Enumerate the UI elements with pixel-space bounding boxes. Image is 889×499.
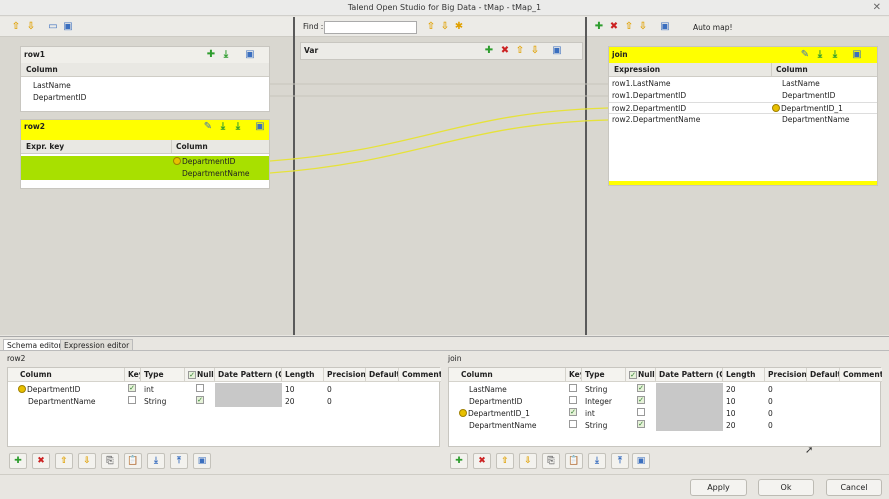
col-header-column: Column — [449, 368, 566, 382]
schema-right-title: join — [448, 354, 462, 363]
schema-left-title: row2 — [7, 354, 26, 363]
schema-precision[interactable]: 0 — [768, 396, 773, 408]
schema-length[interactable]: 10 — [726, 408, 736, 420]
nullable-checkbox[interactable]: ✓ — [637, 396, 645, 404]
col-header-precision: Precision — [324, 368, 366, 382]
schema-length[interactable]: 10 — [285, 384, 295, 396]
schema-type[interactable]: String — [144, 396, 166, 408]
schema-type[interactable]: String — [585, 384, 607, 396]
schema-length[interactable]: 20 — [285, 396, 295, 408]
col-header-length: Length — [723, 368, 765, 382]
schema-left-grid: Column Key Type Nullable ✓ Date Pattern … — [7, 367, 441, 447]
col-header-default: Default — [366, 368, 399, 382]
schema-col: DepartmentID — [27, 385, 81, 394]
key-checkbox[interactable] — [569, 396, 577, 404]
copy-button[interactable]: ⎘ — [542, 453, 560, 469]
key-checkbox[interactable] — [569, 420, 577, 428]
schema-type[interactable]: int — [585, 408, 595, 420]
save-button[interactable]: ▣ — [632, 453, 650, 469]
key-checkbox[interactable] — [128, 396, 136, 404]
remove-column-button[interactable]: ✖ — [473, 453, 491, 469]
col-header-precision: Precision — [765, 368, 807, 382]
key-icon — [459, 409, 467, 417]
table-row[interactable]: LastName — [469, 384, 507, 396]
col-header-date-pattern: Date Pattern (Ctr — [656, 368, 723, 382]
remove-column-button[interactable]: ✖ — [32, 453, 50, 469]
schema-type[interactable]: int — [144, 384, 154, 396]
nullable-checkbox[interactable] — [637, 408, 645, 416]
schema-precision[interactable]: 0 — [768, 384, 773, 396]
schema-type[interactable]: String — [585, 420, 607, 432]
move-down-button[interactable]: ⇩ — [519, 453, 537, 469]
key-icon — [18, 385, 26, 393]
col-header-date-pattern: Date Pattern (Ctr — [215, 368, 282, 382]
date-pattern-cells — [215, 383, 282, 407]
key-checkbox[interactable]: ✓ — [128, 384, 136, 392]
col-header-type: Type — [582, 368, 626, 382]
link-row2-departmentid — [269, 107, 609, 162]
add-column-button[interactable]: ✚ — [9, 453, 27, 469]
table-row[interactable]: DepartmentID — [18, 384, 80, 396]
link-row2-departmentname — [269, 119, 609, 174]
footer-separator — [0, 474, 889, 475]
import-button[interactable]: ⤓ — [147, 453, 165, 469]
move-up-button[interactable]: ⇧ — [496, 453, 514, 469]
cursor-icon: ➚ — [805, 445, 814, 456]
schema-type[interactable]: Integer — [585, 396, 612, 408]
col-header-key: Key — [125, 368, 141, 382]
paste-button[interactable]: 📋 — [124, 453, 142, 469]
move-down-button[interactable]: ⇩ — [78, 453, 96, 469]
import-button[interactable]: ⤓ — [588, 453, 606, 469]
nullable-header-checkbox[interactable]: ✓ — [188, 371, 196, 379]
schema-col: DepartmentID_1 — [468, 409, 530, 418]
tab-expression-editor[interactable]: Expression editor — [60, 339, 134, 350]
table-row[interactable]: DepartmentName — [28, 396, 96, 408]
key-checkbox[interactable]: ✓ — [569, 408, 577, 416]
col-header-key: Key — [566, 368, 582, 382]
schema-precision[interactable]: 0 — [327, 396, 332, 408]
schema-right-grid: Column Key Type Nullable ✓ Date Pattern … — [448, 367, 882, 447]
export-button[interactable]: ⤒ — [611, 453, 629, 469]
ok-button[interactable]: Ok — [758, 479, 814, 496]
schema-length[interactable]: 20 — [726, 384, 736, 396]
apply-button[interactable]: Apply — [690, 479, 747, 496]
schema-length[interactable]: 10 — [726, 396, 736, 408]
paste-button[interactable]: 📋 — [565, 453, 583, 469]
export-button[interactable]: ⤒ — [170, 453, 188, 469]
cancel-button[interactable]: Cancel — [826, 479, 882, 496]
copy-button[interactable]: ⎘ — [101, 453, 119, 469]
nullable-checkbox[interactable]: ✓ — [637, 420, 645, 428]
add-column-button[interactable]: ✚ — [450, 453, 468, 469]
col-header-default: Default — [807, 368, 840, 382]
table-row[interactable]: DepartmentID_1 — [459, 408, 530, 420]
col-header-length: Length — [282, 368, 324, 382]
schema-length[interactable]: 20 — [726, 420, 736, 432]
table-row[interactable]: DepartmentID — [469, 396, 522, 408]
date-pattern-cells — [656, 383, 723, 431]
nullable-checkbox[interactable] — [196, 384, 204, 392]
schema-precision[interactable]: 0 — [768, 420, 773, 432]
nullable-checkbox[interactable]: ✓ — [196, 396, 204, 404]
save-button[interactable]: ▣ — [193, 453, 211, 469]
mapping-links — [269, 83, 609, 174]
col-header-type: Type — [141, 368, 185, 382]
table-row[interactable]: DepartmentName — [469, 420, 537, 432]
col-header-comment: Comment — [840, 368, 882, 382]
schema-precision[interactable]: 0 — [327, 384, 332, 396]
schema-precision[interactable]: 0 — [768, 408, 773, 420]
nullable-header-checkbox[interactable]: ✓ — [629, 371, 637, 379]
nullable-checkbox[interactable]: ✓ — [637, 384, 645, 392]
col-header-comment: Comment — [399, 368, 441, 382]
key-checkbox[interactable] — [569, 384, 577, 392]
move-up-button[interactable]: ⇧ — [55, 453, 73, 469]
col-header-column: Column — [8, 368, 125, 382]
tab-separator — [0, 350, 889, 351]
tab-schema-editor[interactable]: Schema editor — [3, 339, 66, 350]
